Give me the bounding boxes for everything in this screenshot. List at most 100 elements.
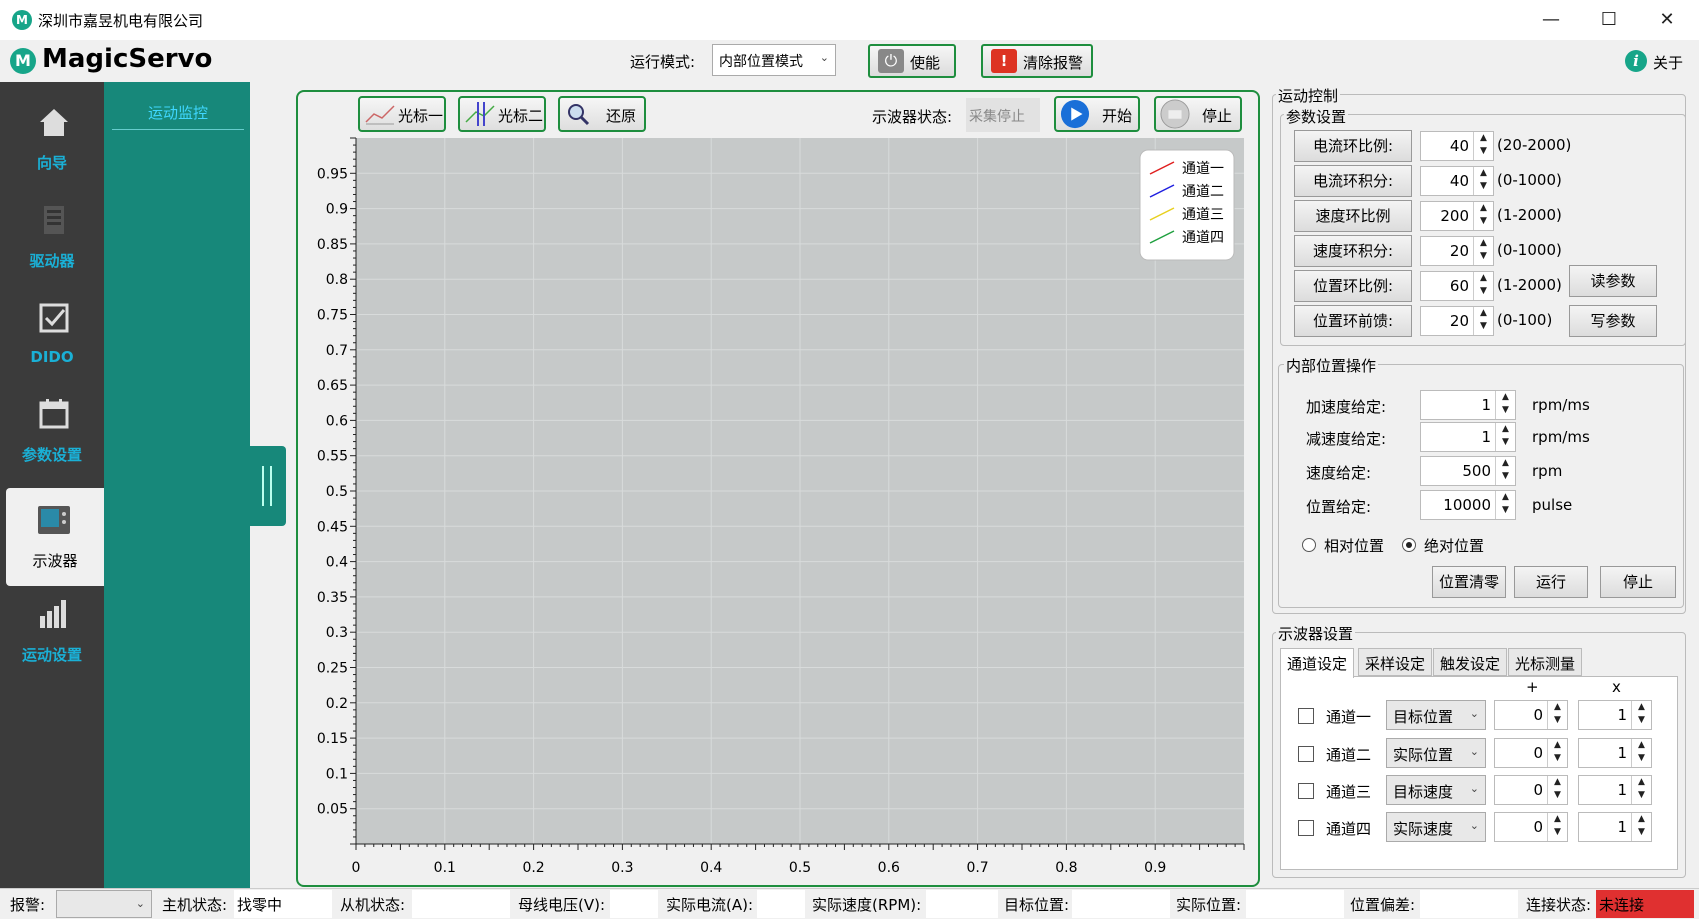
maximize-button[interactable]: ☐ xyxy=(1580,0,1638,40)
spin-arrows-icon[interactable]: ▲ ▼ xyxy=(1473,132,1493,160)
param-label-button[interactable]: 位置环比例: xyxy=(1294,270,1412,302)
param-label-button[interactable]: 速度环积分: xyxy=(1294,235,1412,267)
run-button[interactable]: 运行 xyxy=(1514,566,1588,598)
channel-source-select[interactable]: 目标位置 ⌄ xyxy=(1386,700,1486,730)
cursor1-label: 光标一 xyxy=(398,107,444,125)
minimize-button[interactable]: — xyxy=(1522,0,1580,40)
close-button[interactable]: ✕ xyxy=(1638,0,1696,40)
internal-spin-input[interactable]: 500 ▲ ▼ xyxy=(1420,456,1516,486)
scope-plot[interactable]: 0.95 0.9 0.85 0.8 0.75 0.7 0.65 0.6 0.55 0.5 0.45 0… xyxy=(300,132,1256,882)
spin-arrows-icon[interactable]: ▲ ▼ xyxy=(1495,391,1515,419)
about-label[interactable]: 关于 xyxy=(1653,52,1683,73)
cursor2-button[interactable]: 光标二 xyxy=(458,96,546,132)
internal-spin-input[interactable]: 1 ▲ ▼ xyxy=(1420,390,1516,420)
spin-arrows-icon[interactable]: ▲ ▼ xyxy=(1473,202,1493,230)
write-params-button[interactable]: 写参数 xyxy=(1569,305,1657,337)
read-params-button[interactable]: 读参数 xyxy=(1569,265,1657,297)
relative-position-radio[interactable] xyxy=(1302,538,1316,552)
run-mode-select[interactable]: 内部位置模式 ⌄ xyxy=(712,44,836,76)
param-label-button[interactable]: 电流环积分: xyxy=(1294,165,1412,197)
channel-name: 通道四 xyxy=(1326,820,1372,838)
position-clear-button[interactable]: 位置清零 xyxy=(1432,566,1506,598)
spin-arrows-icon[interactable]: ▲ ▼ xyxy=(1547,739,1567,767)
internal-unit: pulse xyxy=(1532,496,1573,514)
param-spin-input[interactable]: 40 ▲ ▼ xyxy=(1420,166,1494,196)
clear-alarm-button[interactable]: ! 清除报警 xyxy=(981,44,1093,78)
spin-arrows-icon[interactable]: ▲ ▼ xyxy=(1547,701,1567,729)
spin-arrows-icon[interactable]: ▲ ▼ xyxy=(1495,457,1515,485)
tab-cursor-measure[interactable]: 光标测量 xyxy=(1508,648,1583,676)
channel-source-select[interactable]: 实际速度 ⌄ xyxy=(1386,812,1486,842)
title-bar xyxy=(0,0,1699,40)
channel-checkbox[interactable] xyxy=(1298,708,1314,724)
target-position-label: 目标位置: xyxy=(1004,896,1070,914)
channel-scale-input[interactable]: 1 ▲ ▼ xyxy=(1578,738,1652,768)
spin-arrows-icon[interactable]: ▲ ▼ xyxy=(1547,776,1567,804)
nav-item-dido[interactable]: DIDO xyxy=(0,286,104,382)
channel-offset-input[interactable]: 0 ▲ ▼ xyxy=(1494,700,1568,730)
stop-motion-button[interactable]: 停止 xyxy=(1600,566,1676,598)
tab-channel[interactable]: 通道设定 xyxy=(1280,648,1355,678)
tab-sampling[interactable]: 采样设定 xyxy=(1358,648,1433,676)
stop-scope-button[interactable]: 停止 xyxy=(1154,96,1242,132)
channel-scale-input[interactable]: 1 ▲ ▼ xyxy=(1578,812,1652,842)
alarm-icon: ! xyxy=(991,49,1017,73)
param-label-button[interactable]: 电流环比例: xyxy=(1294,130,1412,162)
nav-item-drive[interactable]: 驱动器 xyxy=(0,188,104,284)
channel-offset-input[interactable]: 0 ▲ ▼ xyxy=(1494,775,1568,805)
internal-spin-input[interactable]: 10000 ▲ ▼ xyxy=(1420,490,1516,520)
channel-checkbox[interactable] xyxy=(1298,783,1314,799)
param-spin-input[interactable]: 40 ▲ ▼ xyxy=(1420,131,1494,161)
param-spin-input[interactable]: 20 ▲ ▼ xyxy=(1420,236,1494,266)
info-icon[interactable]: i xyxy=(1625,50,1647,72)
channel-offset-input[interactable]: 0 ▲ ▼ xyxy=(1494,738,1568,768)
cursor1-button[interactable]: 光标一 xyxy=(358,96,446,132)
internal-spin-input[interactable]: 1 ▲ ▼ xyxy=(1420,422,1516,452)
spin-arrows-icon[interactable]: ▲ ▼ xyxy=(1547,813,1567,841)
channel-source-value: 实际速度 xyxy=(1393,820,1454,838)
param-spin-input[interactable]: 200 ▲ ▼ xyxy=(1420,201,1494,231)
nav-item-label: 向导 xyxy=(36,154,67,172)
param-range: (0-1000) xyxy=(1497,171,1562,189)
absolute-position-radio[interactable] xyxy=(1402,538,1416,552)
nav-item-motion[interactable]: 运动设置 xyxy=(0,582,104,678)
spin-arrows-icon[interactable]: ▲ ▼ xyxy=(1473,167,1493,195)
spin-arrows-icon[interactable]: ▲ ▼ xyxy=(1473,307,1493,335)
channel-source-select[interactable]: 实际位置 ⌄ xyxy=(1386,738,1486,768)
channel-checkbox[interactable] xyxy=(1298,820,1314,836)
channel-scale-input[interactable]: 1 ▲ ▼ xyxy=(1578,700,1652,730)
sub-nav-item-motion-monitor[interactable]: 运动监控 xyxy=(112,102,244,130)
enable-button[interactable]: ⏻ 使能 xyxy=(868,44,956,78)
param-spin-input[interactable]: 60 ▲ ▼ xyxy=(1420,271,1494,301)
nav-item-guide[interactable]: 向导 xyxy=(0,90,104,186)
spin-value: 40 xyxy=(1449,137,1469,155)
spin-arrows-icon[interactable]: ▲ ▼ xyxy=(1473,237,1493,265)
alarm-select[interactable]: ⌄ xyxy=(56,890,152,918)
channel-offset-input[interactable]: 0 ▲ ▼ xyxy=(1494,812,1568,842)
offset-column-header: + xyxy=(1526,678,1539,696)
spin-arrows-icon[interactable]: ▲ ▼ xyxy=(1631,776,1651,804)
param-label-button[interactable]: 位置环前馈: xyxy=(1294,305,1412,337)
nav-item-scope[interactable]: 示波器 xyxy=(6,488,104,586)
channel-scale-input[interactable]: 1 ▲ ▼ xyxy=(1578,775,1652,805)
restore-button[interactable]: 还原 xyxy=(558,96,646,132)
spin-arrows-icon[interactable]: ▲ ▼ xyxy=(1495,491,1515,519)
y-tick-label: 0.8 xyxy=(326,272,348,288)
param-spin-input[interactable]: 20 ▲ ▼ xyxy=(1420,306,1494,336)
channel-source-select[interactable]: 目标速度 ⌄ xyxy=(1386,775,1486,805)
spin-arrows-icon[interactable]: ▲ ▼ xyxy=(1631,813,1651,841)
spin-arrows-icon[interactable]: ▲ ▼ xyxy=(1631,701,1651,729)
host-state-text: 找零中 xyxy=(237,896,283,914)
start-button[interactable]: 开始 xyxy=(1054,96,1140,132)
slave-state-label: 从机状态: xyxy=(340,896,406,914)
param-label-button[interactable]: 速度环比例 xyxy=(1294,200,1412,232)
collapse-handle[interactable] xyxy=(250,446,286,526)
tab-trigger[interactable]: 触发设定 xyxy=(1433,648,1508,676)
channel-checkbox[interactable] xyxy=(1298,746,1314,762)
spin-arrows-icon[interactable]: ▲ ▼ xyxy=(1495,423,1515,451)
nav-item-params[interactable]: 参数设置 xyxy=(0,382,104,478)
spin-value: 200 xyxy=(1440,207,1469,225)
spin-arrows-icon[interactable]: ▲ ▼ xyxy=(1631,739,1651,767)
x-tick-label: 0.9 xyxy=(1144,860,1166,876)
spin-arrows-icon[interactable]: ▲ ▼ xyxy=(1473,272,1493,300)
